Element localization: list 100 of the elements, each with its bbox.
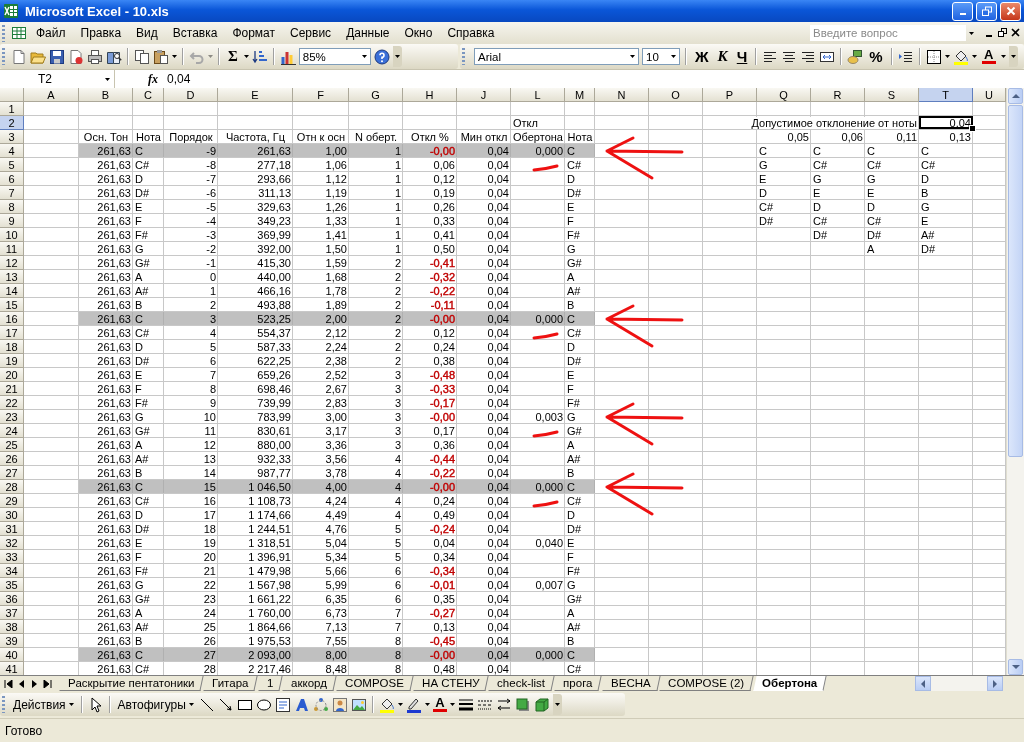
- diagram-icon[interactable]: [312, 696, 329, 713]
- row-header[interactable]: 29: [0, 494, 24, 508]
- picture-icon[interactable]: [350, 696, 367, 713]
- column-header[interactable]: A: [24, 88, 79, 102]
- row-header[interactable]: 24: [0, 424, 24, 438]
- font-size-dropdown[interactable]: 10: [642, 48, 680, 65]
- sheet-tab[interactable]: COMPOSE (2): [659, 676, 754, 691]
- line-icon[interactable]: [198, 696, 215, 713]
- text-box-icon[interactable]: [274, 696, 291, 713]
- menu-item[interactable]: Вид: [130, 24, 164, 42]
- caret-icon[interactable]: [671, 55, 676, 58]
- column-header[interactable]: M: [565, 88, 595, 102]
- paste-icon[interactable]: [153, 48, 169, 65]
- row-header[interactable]: 39: [0, 634, 24, 648]
- maximize-icon[interactable]: [981, 6, 992, 16]
- row-header[interactable]: 36: [0, 592, 24, 606]
- menu-item[interactable]: Справка: [441, 24, 501, 42]
- arrow-style-icon[interactable]: [495, 696, 512, 713]
- sheet-tab[interactable]: check-list: [488, 676, 555, 691]
- menu-item[interactable]: Данные: [340, 24, 396, 42]
- shadow-icon[interactable]: [514, 696, 531, 713]
- money-icon[interactable]: [847, 48, 864, 65]
- font-color-button[interactable]: A: [432, 697, 447, 712]
- row-header[interactable]: 26: [0, 452, 24, 466]
- row-header[interactable]: 1: [0, 102, 24, 116]
- fill-color-icon[interactable]: [952, 48, 969, 65]
- help-icon[interactable]: [373, 48, 390, 65]
- caret-icon[interactable]: [105, 77, 110, 81]
- row-header[interactable]: 8: [0, 200, 24, 214]
- row-header[interactable]: 14: [0, 284, 24, 298]
- column-header[interactable]: Q: [757, 88, 811, 102]
- row-header[interactable]: 32: [0, 536, 24, 550]
- line-style-icon[interactable]: [457, 696, 474, 713]
- row-header[interactable]: 16: [0, 312, 24, 326]
- column-header[interactable]: J: [457, 88, 511, 102]
- sheet-tab[interactable]: прога: [554, 676, 603, 691]
- sheet-tab[interactable]: 1: [258, 676, 283, 691]
- row-header[interactable]: 23: [0, 410, 24, 424]
- sheet-tab[interactable]: Гитара: [203, 676, 259, 691]
- percent-button[interactable]: %: [866, 48, 886, 65]
- row-header[interactable]: 31: [0, 522, 24, 536]
- toolbar-grip[interactable]: [2, 48, 5, 65]
- line-color-icon[interactable]: [405, 696, 422, 713]
- row-header[interactable]: 15: [0, 298, 24, 312]
- row-header[interactable]: 30: [0, 508, 24, 522]
- 3d-icon[interactable]: [533, 696, 550, 713]
- oval-icon[interactable]: [255, 696, 272, 713]
- close-icon[interactable]: [1005, 6, 1016, 16]
- row-header[interactable]: 18: [0, 340, 24, 354]
- caret-icon[interactable]: [944, 55, 950, 58]
- maximize-button[interactable]: [976, 1, 997, 21]
- row-header[interactable]: 35: [0, 578, 24, 592]
- caret-icon[interactable]: [449, 703, 455, 706]
- row-header[interactable]: 40: [0, 648, 24, 662]
- next-sheet-icon[interactable]: [30, 679, 39, 688]
- underline-button[interactable]: Ч: [733, 48, 751, 65]
- row-header[interactable]: 21: [0, 382, 24, 396]
- fill-color-icon[interactable]: [378, 696, 395, 713]
- row-header[interactable]: 4: [0, 144, 24, 158]
- row-header[interactable]: 19: [0, 354, 24, 368]
- sheet-tab[interactable]: аккорд: [282, 676, 337, 691]
- help-search-field[interactable]: Введите вопрос: [810, 25, 966, 41]
- row-header[interactable]: 20: [0, 368, 24, 382]
- caret-icon[interactable]: [243, 55, 249, 58]
- menu-item[interactable]: Сервис: [284, 24, 338, 42]
- column-header[interactable]: G: [349, 88, 403, 102]
- toolbar-grip[interactable]: [462, 48, 465, 65]
- restore-window-icon[interactable]: [998, 28, 1007, 38]
- caret-icon[interactable]: [68, 703, 74, 706]
- toolbar-options[interactable]: [1008, 46, 1018, 67]
- row-header[interactable]: 5: [0, 158, 24, 172]
- caret-icon[interactable]: [971, 55, 977, 58]
- menu-item[interactable]: Вставка: [166, 24, 224, 42]
- borders-icon[interactable]: [925, 48, 942, 65]
- autoshapes-menu[interactable]: Автофигуры: [115, 697, 196, 712]
- sheet-tab[interactable]: Обертона: [753, 676, 827, 691]
- toolbar-grip[interactable]: [2, 696, 5, 713]
- column-header[interactable]: E: [218, 88, 293, 102]
- row-header[interactable]: 11: [0, 242, 24, 256]
- caret-icon[interactable]: [394, 55, 400, 58]
- column-header[interactable]: B: [79, 88, 133, 102]
- formula-field[interactable]: 0,04: [167, 72, 191, 86]
- caret-icon[interactable]: [969, 31, 974, 35]
- wordart-icon[interactable]: [293, 696, 310, 713]
- scroll-right-icon[interactable]: [993, 679, 997, 688]
- sheet-tab[interactable]: COMPOSE: [336, 676, 414, 691]
- menu-item[interactable]: Формат: [226, 24, 282, 42]
- column-header[interactable]: L: [511, 88, 565, 102]
- font-dropdown[interactable]: Arial: [474, 48, 639, 65]
- insert-function-button[interactable]: fx: [148, 71, 158, 87]
- page-badge-icon[interactable]: [68, 48, 84, 65]
- row-header[interactable]: 28: [0, 480, 24, 494]
- new-document-icon[interactable]: [11, 48, 27, 65]
- scroll-left-icon[interactable]: [921, 679, 925, 688]
- caret-icon[interactable]: [361, 55, 367, 58]
- zoom-dropdown[interactable]: 85%: [298, 48, 371, 65]
- print-icon[interactable]: [87, 48, 103, 65]
- row-header[interactable]: 41: [0, 662, 24, 675]
- row-header[interactable]: 13: [0, 270, 24, 284]
- column-header[interactable]: S: [865, 88, 919, 102]
